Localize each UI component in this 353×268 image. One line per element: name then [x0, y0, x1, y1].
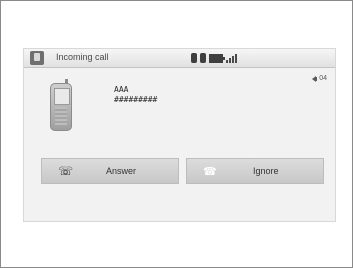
caller-name: AAA [114, 85, 129, 94]
answer-button[interactable]: ☏ Answer [41, 158, 179, 184]
signal-icon [226, 53, 238, 63]
speaker-icon [312, 75, 318, 82]
volume-indicator: 04 [312, 75, 327, 82]
answer-label: Answer [106, 166, 137, 176]
ignore-button[interactable]: ☎ Ignore [186, 158, 324, 184]
status-icons [191, 52, 238, 64]
ignore-label: Ignore [253, 166, 279, 176]
status-bar: Incoming call [24, 49, 335, 68]
incoming-call-screen: Incoming call 04 AAA ######### ☏ Answer … [23, 48, 336, 222]
bluetooth-icon [191, 53, 197, 63]
phone-icon [30, 51, 44, 65]
page-frame: Incoming call 04 AAA ######### ☏ Answer … [0, 0, 353, 268]
mobile-phone-icon [50, 79, 72, 131]
screen-title: Incoming call [56, 52, 109, 62]
bluetooth-connected-icon [200, 53, 206, 63]
caller-number: ######### [114, 95, 158, 104]
ignore-phone-icon: ☎ [203, 165, 217, 178]
volume-level: 04 [319, 75, 327, 82]
answer-phone-icon: ☏ [58, 164, 74, 178]
battery-icon [209, 53, 225, 63]
